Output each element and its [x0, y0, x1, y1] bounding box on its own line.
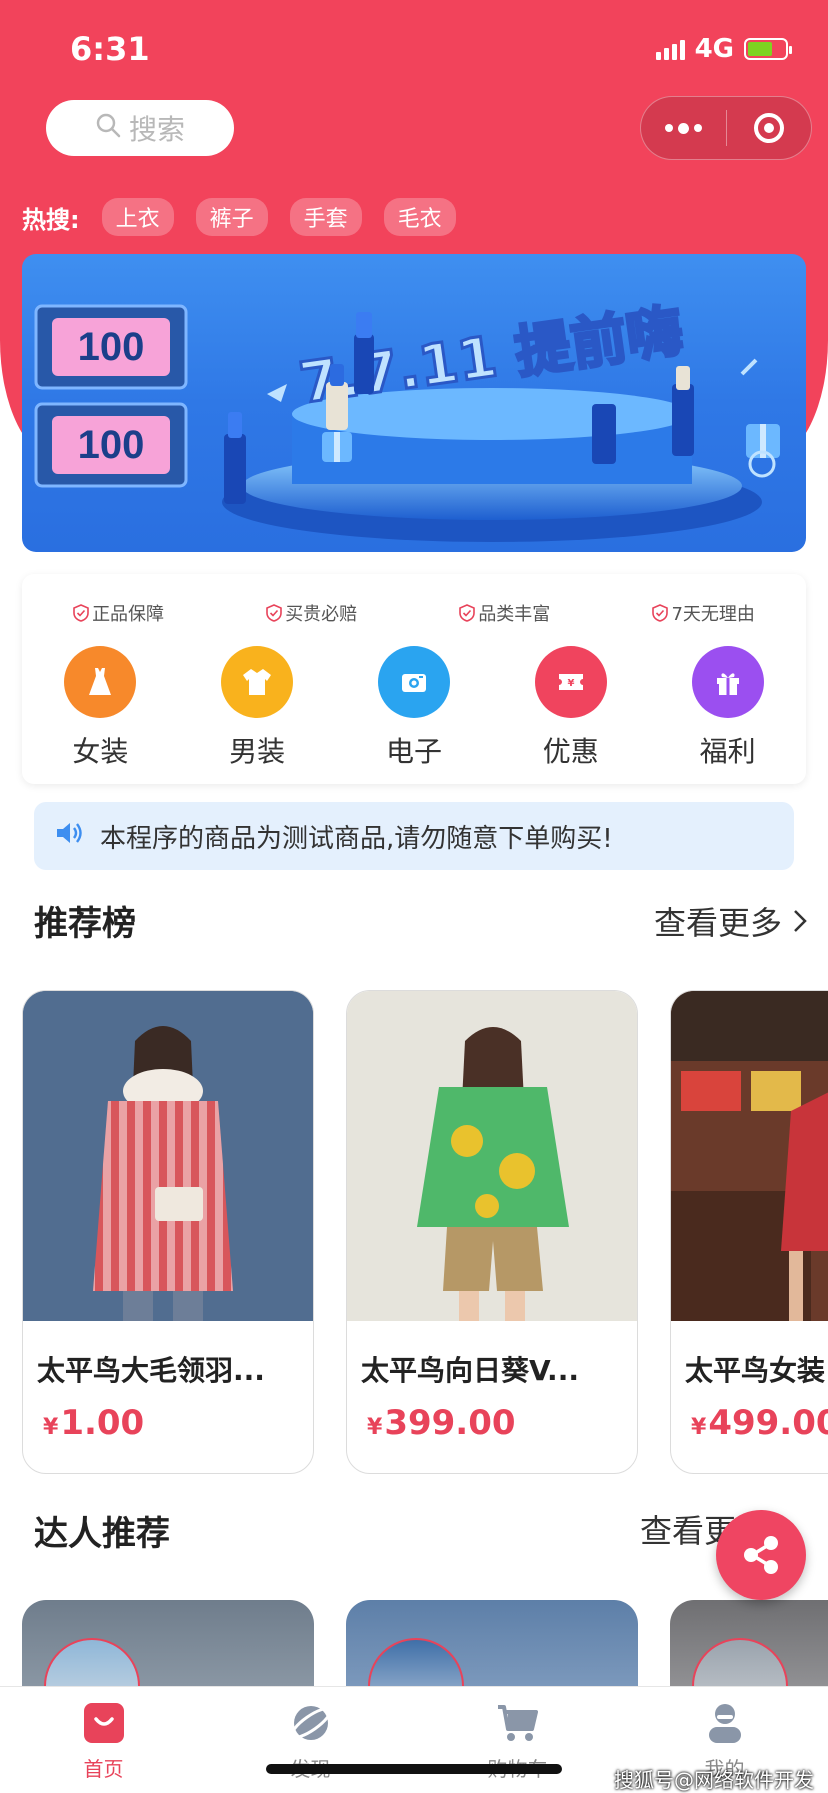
tab-label: 首页: [83, 1757, 124, 1781]
shield-check-icon: [459, 604, 476, 622]
battery-icon: [744, 38, 792, 60]
coupon-value-2: 100: [78, 423, 145, 467]
search-placeholder: 搜索: [128, 113, 185, 146]
guarantee-label: 品类丰富: [478, 604, 551, 625]
guarantee-label: 正品保障: [92, 604, 165, 625]
hot-tag-1[interactable]: 上衣: [101, 198, 174, 236]
signal-icon: [655, 38, 685, 60]
banner-illustration: 100 100 7.7.11 提前嗨: [34, 297, 780, 542]
category-electronics[interactable]: 电子: [354, 646, 474, 770]
product-card[interactable]: 太平鸟向日葵V... ¥399.00: [346, 990, 638, 1474]
expert-carousel[interactable]: [22, 1600, 828, 1686]
shirt-icon: [221, 646, 294, 718]
category-label: 电子: [385, 735, 442, 768]
product-image: [23, 991, 313, 1321]
product-carousel[interactable]: 太平鸟大毛领羽... ¥1.00 太平鸟向日葵V... ¥399.00 太平鸟女…: [22, 990, 828, 1476]
coupon-value-1: 100: [78, 325, 145, 369]
product-name: 太平鸟大毛领羽...: [37, 1354, 265, 1387]
status-bar: 6:31 4G: [0, 0, 828, 100]
product-image: [671, 991, 828, 1321]
more-label: 查看更多: [653, 904, 782, 942]
status-indicators: 4G: [655, 34, 792, 64]
category-deals[interactable]: ¥ 优惠: [511, 646, 631, 770]
product-price: ¥499.00: [691, 1403, 828, 1443]
category-label: 女装: [72, 735, 129, 768]
camera-icon: [377, 646, 450, 718]
tab-discover[interactable]: 发现: [207, 1687, 414, 1793]
miniprogram-capsule: [640, 96, 812, 160]
speaker-icon: [54, 819, 86, 854]
home-indicator: [266, 1764, 562, 1774]
search-bar[interactable]: 搜索: [46, 100, 234, 156]
home-icon: [80, 1699, 128, 1747]
recommend-title: 推荐榜: [34, 904, 136, 944]
guarantee-row: 正品保障 买贵必赔 品类丰富 7天无理由: [22, 600, 806, 626]
shield-check-icon: [652, 604, 669, 622]
avatar: [368, 1638, 464, 1686]
chevron-right-icon: [794, 910, 807, 932]
expert-card[interactable]: [346, 1600, 638, 1686]
notice-bar: 本程序的商品为测试商品,请勿随意下单购买!: [34, 802, 794, 870]
status-time: 6:31: [70, 30, 150, 68]
dress-icon: [64, 646, 137, 718]
guarantee-item: 7天无理由: [652, 600, 755, 626]
close-target-icon[interactable]: [727, 113, 812, 143]
avatar: [692, 1638, 788, 1686]
hot-tag-4[interactable]: 毛衣: [383, 198, 456, 236]
category-women[interactable]: 女装: [40, 646, 160, 770]
share-button[interactable]: [716, 1510, 806, 1600]
product-card[interactable]: 太平鸟大毛领羽... ¥1.00: [22, 990, 314, 1474]
promo-banner[interactable]: 100 100 7.7.11 提前嗨: [22, 254, 806, 552]
category-men[interactable]: 男装: [197, 646, 317, 770]
guarantee-label: 7天无理由: [671, 604, 755, 625]
product-name: 太平鸟向日葵V...: [361, 1354, 579, 1387]
hot-search: 热搜: 上衣 裤子 手套 毛衣: [22, 198, 456, 236]
gift-icon: [691, 646, 764, 718]
hot-tag-3[interactable]: 手套: [289, 198, 362, 236]
hot-tag-2[interactable]: 裤子: [195, 198, 268, 236]
ticket-icon: ¥: [534, 646, 607, 718]
product-card[interactable]: 太平鸟女装 ¥499.00: [670, 990, 828, 1474]
hot-search-label: 热搜:: [22, 205, 80, 234]
product-price: ¥399.00: [367, 1403, 516, 1443]
guarantee-item: 正品保障: [73, 600, 164, 626]
category-label: 男装: [229, 735, 286, 768]
guarantee-label: 买贵必赔: [285, 604, 358, 625]
user-icon: [701, 1699, 749, 1747]
service-panel: 正品保障 买贵必赔 品类丰富 7天无理由 女装 男装 电子 ¥ 优惠 福利: [22, 574, 806, 784]
experts-title: 达人推荐: [34, 1514, 170, 1554]
category-label: 福利: [699, 735, 756, 768]
expert-card[interactable]: [22, 1600, 314, 1686]
expert-card[interactable]: [670, 1600, 828, 1686]
cart-icon: [494, 1699, 542, 1747]
shield-check-icon: [73, 604, 89, 622]
avatar: [44, 1638, 140, 1686]
product-name: 太平鸟女装: [685, 1354, 826, 1387]
share-icon: [744, 1536, 778, 1574]
category-grid: 女装 男装 电子 ¥ 优惠 福利: [22, 646, 806, 770]
product-image: [347, 991, 637, 1321]
category-welfare[interactable]: 福利: [668, 646, 788, 770]
recommend-more-link[interactable]: 查看更多: [654, 898, 808, 944]
guarantee-item: 品类丰富: [459, 600, 550, 626]
more-menu-icon[interactable]: [641, 122, 726, 134]
planet-icon: [287, 1699, 335, 1747]
network-type: 4G: [694, 34, 734, 64]
tab-cart[interactable]: 购物车: [414, 1687, 621, 1793]
search-icon: [95, 112, 121, 145]
tab-home[interactable]: 首页: [0, 1687, 207, 1793]
watermark: 搜狐号@网络软件开发: [614, 1768, 814, 1792]
shield-check-icon: [266, 604, 282, 622]
category-label: 优惠: [542, 735, 599, 768]
svg-text:¥: ¥: [567, 678, 574, 689]
notice-text: 本程序的商品为测试商品,请勿随意下单购买!: [100, 823, 613, 854]
guarantee-item: 买贵必赔: [266, 600, 357, 626]
product-price: ¥1.00: [43, 1403, 145, 1443]
